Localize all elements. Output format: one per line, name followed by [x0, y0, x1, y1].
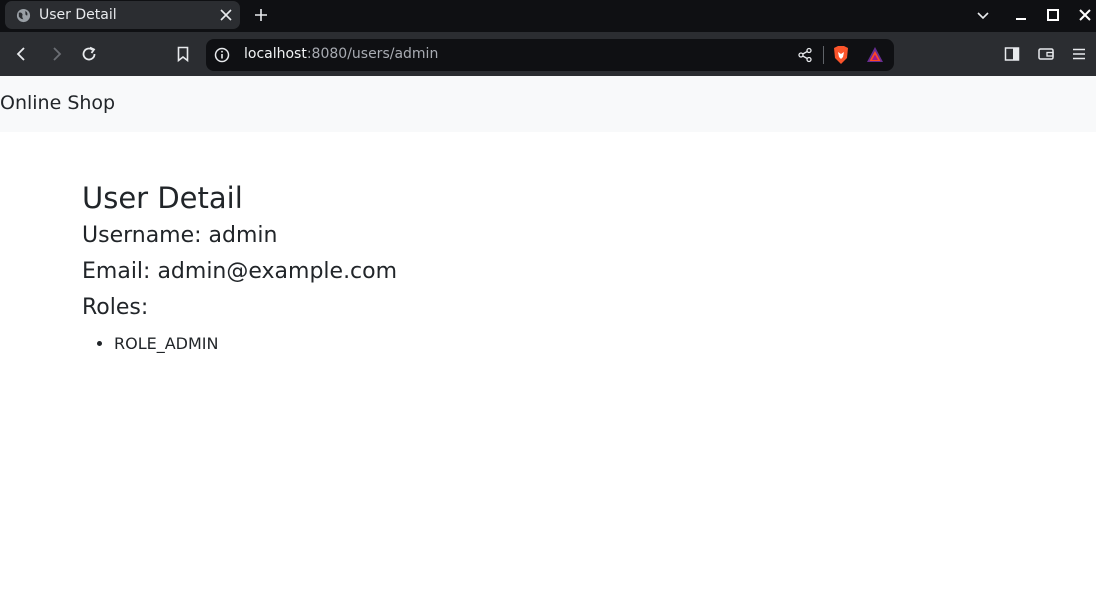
new-tab-icon[interactable] — [254, 8, 268, 22]
role-item: ROLE_ADMIN — [114, 332, 397, 356]
browser-toolbar: localhost:8080/users/admin — [0, 32, 1096, 76]
url-path: :8080/users/admin — [306, 46, 439, 62]
bookmark-icon[interactable] — [174, 45, 192, 63]
globe-icon — [16, 8, 31, 23]
roles-list: ROLE_ADMIN — [82, 332, 397, 356]
tab-title: User Detail — [39, 7, 117, 23]
close-window-icon[interactable] — [1077, 7, 1093, 23]
tab-search-chevron-icon[interactable] — [975, 7, 991, 23]
sidebar-toggle-icon[interactable] — [1003, 45, 1021, 63]
url-text: localhost:8080/users/admin — [244, 46, 438, 62]
address-bar-divider — [823, 46, 824, 64]
brave-shields-icon[interactable] — [832, 45, 850, 65]
navbar-brand-link[interactable]: Online Shop — [0, 92, 115, 114]
reload-icon[interactable] — [80, 45, 98, 63]
menu-icon[interactable] — [1070, 45, 1088, 63]
share-icon[interactable] — [797, 47, 813, 63]
forward-icon[interactable] — [47, 45, 65, 63]
page-title: User Detail — [82, 181, 243, 215]
address-bar[interactable]: localhost:8080/users/admin — [206, 39, 894, 71]
minimize-icon[interactable] — [1013, 7, 1029, 23]
email-heading: Email: admin@example.com — [82, 259, 398, 284]
user-detail-container: User Detail Username: admin Email: admin… — [82, 178, 397, 356]
site-navbar: Online Shop — [0, 76, 1096, 132]
roles-label: Roles: — [82, 295, 149, 320]
brave-rewards-icon[interactable] — [866, 46, 884, 64]
wallet-icon[interactable] — [1037, 45, 1055, 63]
browser-tab-strip: User Detail — [0, 0, 1096, 32]
site-info-icon[interactable] — [214, 47, 230, 63]
url-host: localhost — [244, 46, 307, 62]
browser-tab[interactable]: User Detail — [5, 1, 240, 29]
username-heading: Username: admin — [82, 223, 278, 248]
back-icon[interactable] — [13, 45, 31, 63]
close-tab-icon[interactable] — [219, 8, 233, 22]
maximize-icon[interactable] — [1045, 7, 1061, 23]
